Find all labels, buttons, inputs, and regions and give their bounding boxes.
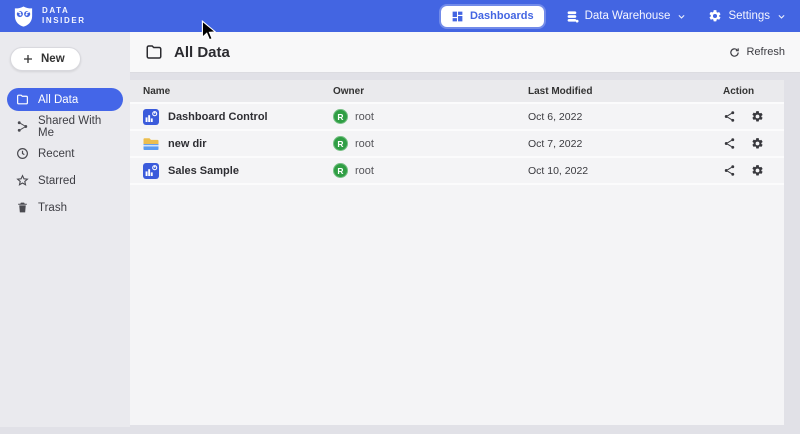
file-name: new dir (168, 138, 207, 150)
star-icon (16, 174, 29, 187)
row-settings-button[interactable] (751, 137, 764, 150)
clock-icon (16, 147, 29, 160)
settings-menu[interactable]: Settings (708, 9, 786, 23)
sidebar-nav: All Data Shared With Me Recent Starred (0, 86, 130, 221)
row-settings-button[interactable] (751, 164, 764, 177)
table-body: Dashboard Control R root Oct 6, 2022 (130, 104, 784, 185)
owner-avatar: R (333, 136, 348, 151)
owner-name: root (355, 138, 374, 150)
sidebar-item-all-data[interactable]: All Data (7, 88, 123, 111)
column-header-last-modified: Last Modified (528, 86, 723, 97)
share-people-icon (16, 120, 29, 133)
database-icon (566, 10, 579, 23)
share-button[interactable] (723, 110, 736, 123)
gear-icon (708, 9, 722, 23)
chart-file-icon (143, 163, 159, 179)
chevron-down-icon (777, 12, 786, 21)
sidebar-item-label: Shared With Me (38, 115, 114, 139)
owner-avatar: R (333, 163, 348, 178)
topbar: DATA INSIDER Dashboards Data Wareho (0, 0, 800, 32)
chevron-down-icon (677, 12, 686, 21)
data-warehouse-menu[interactable]: Data Warehouse (566, 10, 687, 23)
folder-icon (145, 43, 163, 61)
chart-file-icon (143, 109, 159, 125)
row-settings-button[interactable] (751, 110, 764, 123)
file-name: Sales Sample (168, 165, 239, 177)
top-navigation: Dashboards Data Warehouse (441, 6, 786, 27)
table-header: Name Owner Last Modified Action (130, 80, 784, 104)
owl-logo-icon (12, 5, 35, 28)
file-name: Dashboard Control (168, 111, 268, 123)
owner-name: root (355, 165, 374, 177)
page-title: All Data (174, 44, 230, 61)
column-header-name: Name (143, 86, 333, 97)
column-header-action: Action (723, 86, 784, 97)
last-modified-date: Oct 6, 2022 (528, 111, 723, 123)
sidebar-item-starred[interactable]: Starred (7, 169, 123, 192)
column-header-owner: Owner (333, 86, 528, 97)
table-row[interactable]: new dir R root Oct 7, 2022 (130, 131, 784, 158)
last-modified-date: Oct 10, 2022 (528, 165, 723, 177)
trash-icon (16, 201, 29, 214)
owner-name: root (355, 111, 374, 123)
new-button[interactable]: New (10, 47, 81, 71)
folder-icon (16, 93, 29, 106)
file-table: Name Owner Last Modified Action Dashboar… (130, 80, 784, 425)
sidebar-item-trash[interactable]: Trash (7, 196, 123, 219)
table-row[interactable]: Sales Sample R root Oct 10, 2022 (130, 158, 784, 185)
refresh-icon (729, 47, 740, 58)
sidebar-item-label: Recent (38, 148, 74, 160)
sidebar: New All Data Shared With Me Recent (0, 32, 130, 427)
brand-name: DATA INSIDER (42, 6, 86, 26)
sidebar-item-recent[interactable]: Recent (7, 142, 123, 165)
owner-avatar: R (333, 109, 348, 124)
refresh-button[interactable]: Refresh (729, 46, 785, 58)
share-button[interactable] (723, 164, 736, 177)
sidebar-item-shared-with-me[interactable]: Shared With Me (7, 115, 123, 138)
folder-file-icon (143, 136, 159, 151)
dashboards-button[interactable]: Dashboards (441, 6, 544, 27)
brand-logo[interactable]: DATA INSIDER (12, 5, 86, 28)
sidebar-item-label: Trash (38, 202, 67, 214)
table-row[interactable]: Dashboard Control R root Oct 6, 2022 (130, 104, 784, 131)
plus-icon (22, 53, 34, 65)
dashboard-grid-icon (451, 10, 464, 23)
share-button[interactable] (723, 137, 736, 150)
sidebar-item-label: Starred (38, 175, 76, 187)
page-header: All Data Refresh (130, 32, 800, 73)
sidebar-item-label: All Data (38, 94, 78, 106)
last-modified-date: Oct 7, 2022 (528, 138, 723, 150)
